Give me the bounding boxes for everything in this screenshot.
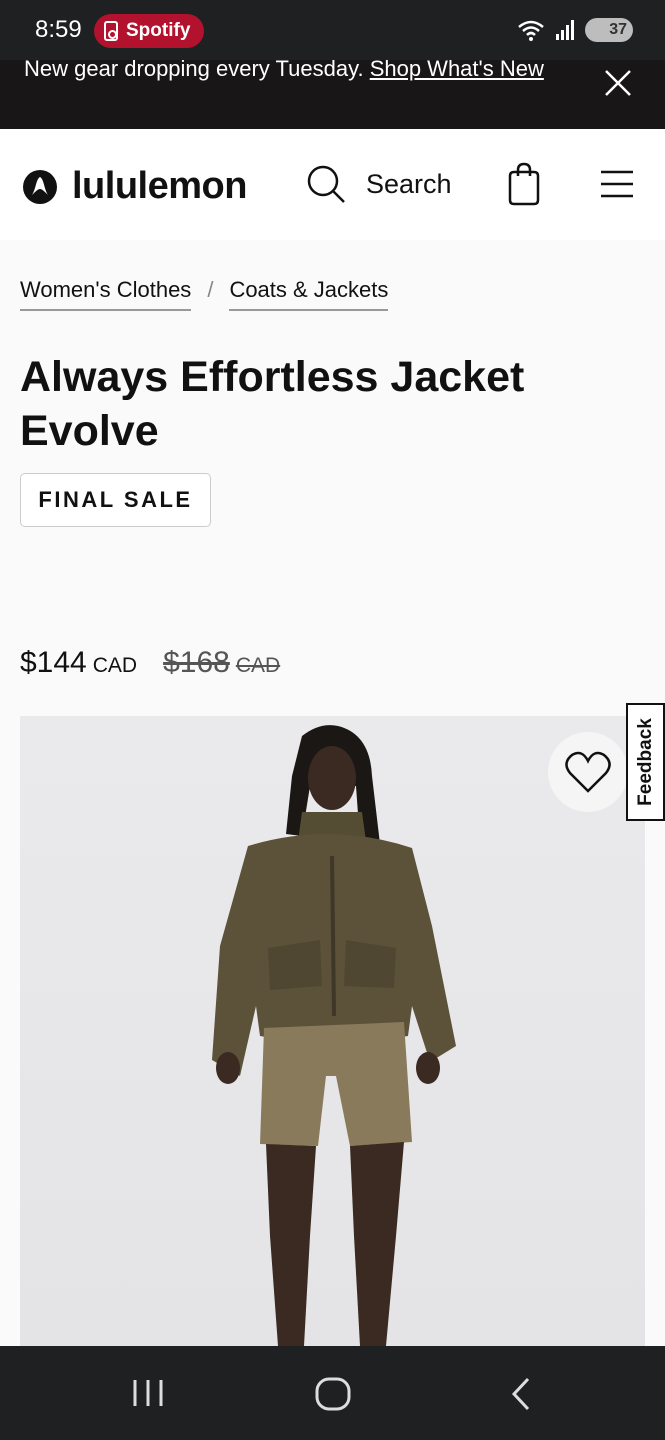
- product-title: Always Effortless Jacket Evolve: [20, 353, 525, 455]
- feedback-label: Feedback: [634, 718, 656, 806]
- heart-icon: [565, 751, 611, 793]
- spotify-pill[interactable]: Spotify: [94, 14, 205, 48]
- promo-banner: New gear dropping every Tuesday. Shop Wh…: [0, 60, 665, 129]
- feedback-tab[interactable]: Feedback: [626, 703, 665, 821]
- home-icon[interactable]: [314, 1376, 352, 1412]
- status-bar: 8:59 Spotify 37: [0, 0, 665, 60]
- final-sale-badge: FINAL SALE: [20, 473, 211, 527]
- promo-text-block: New gear dropping every Tuesday. Shop Wh…: [24, 60, 564, 85]
- hamburger-menu-icon[interactable]: [600, 169, 634, 199]
- promo-link[interactable]: Shop What's New: [370, 60, 544, 81]
- breadcrumb-separator: /: [207, 277, 214, 302]
- model-wearing-jacket-illustration: [212, 725, 456, 1346]
- wifi-icon: [518, 20, 544, 41]
- original-price-currency: CAD: [235, 654, 281, 677]
- price-block: $144 CAD $168 CAD: [20, 646, 280, 680]
- search-label: Search: [366, 168, 452, 199]
- battery-level: 37: [609, 21, 627, 38]
- sale-price-currency: CAD: [92, 654, 138, 677]
- promo-message: New gear dropping every Tuesday.: [24, 60, 364, 81]
- search-button[interactable]: Search: [306, 164, 452, 204]
- recent-apps-icon[interactable]: [130, 1378, 166, 1408]
- product-image[interactable]: [20, 716, 645, 1346]
- back-icon[interactable]: [506, 1376, 536, 1412]
- breadcrumb-womens-clothes[interactable]: Women's Clothes: [20, 277, 192, 311]
- clock: 8:59: [35, 16, 82, 43]
- brand-name: lululemon: [72, 165, 247, 207]
- system-navigation-bar: [0, 1346, 665, 1440]
- site-header: lululemon Search: [0, 129, 665, 240]
- search-icon: [307, 165, 345, 203]
- signal-icon: [556, 20, 574, 40]
- original-price: $168 CAD: [163, 646, 280, 680]
- status-icons: 37: [517, 18, 633, 42]
- close-icon[interactable]: [603, 68, 633, 98]
- original-price-amount: $168: [163, 646, 230, 679]
- shopping-bag-icon[interactable]: [506, 162, 542, 206]
- wishlist-button[interactable]: [548, 732, 628, 812]
- speaker-icon: [104, 21, 118, 41]
- sale-price: $144: [20, 646, 87, 679]
- lululemon-logo-icon: [23, 169, 57, 204]
- battery-indicator: 37: [585, 18, 633, 42]
- breadcrumb: Women's Clothes / Coats & Jackets: [20, 277, 389, 311]
- brand-logo[interactable]: lululemon: [22, 165, 247, 208]
- breadcrumb-coats-jackets[interactable]: Coats & Jackets: [229, 277, 389, 311]
- spotify-pill-label: Spotify: [126, 20, 191, 41]
